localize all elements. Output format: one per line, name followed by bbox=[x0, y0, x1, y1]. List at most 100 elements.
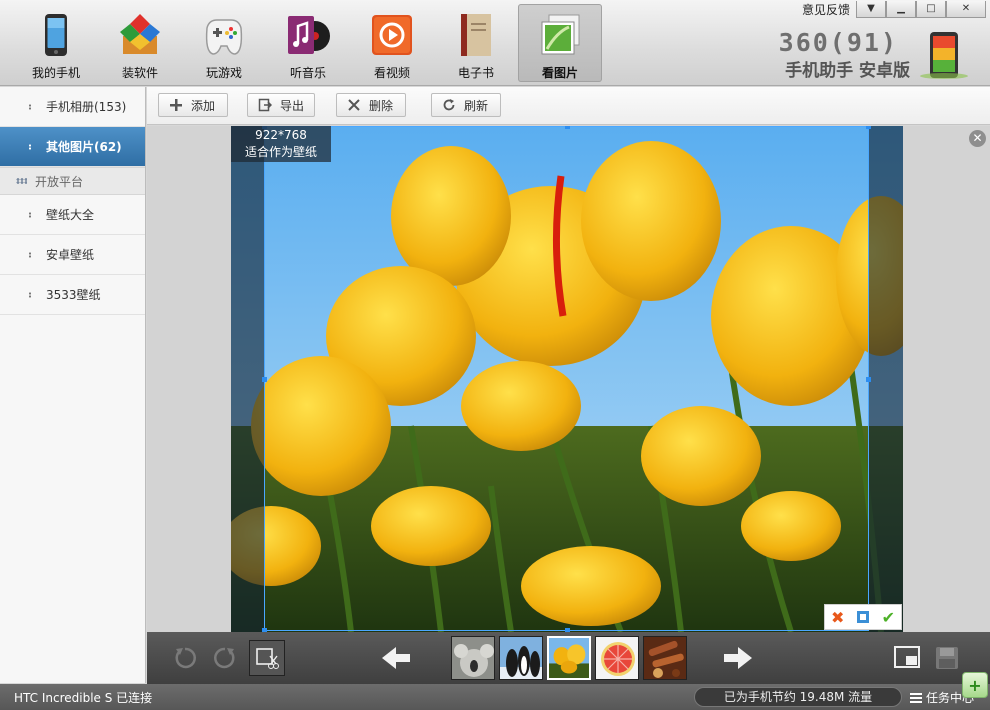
sidebar: 手机相册(153) 其他图片(62) 开放平台 壁纸大全 安卓壁纸 3533壁纸 bbox=[0, 87, 146, 683]
thumbnail-spices[interactable] bbox=[643, 636, 687, 680]
sidebar-item-label: 其他图片(62) bbox=[46, 140, 122, 154]
sidebar-item-other-pictures[interactable]: 其他图片(62) bbox=[0, 127, 145, 167]
refresh-button-label: 刷新 bbox=[464, 98, 489, 113]
action-toolbar: 添加 导出 删除 刷新 bbox=[147, 87, 990, 125]
list-icon bbox=[910, 692, 922, 703]
rotate-left-button[interactable] bbox=[171, 644, 199, 672]
chevron-down-icon: ▼ bbox=[867, 3, 875, 14]
crop-fit-button[interactable] bbox=[854, 608, 872, 626]
preview-image[interactable]: 922*768 适合作为壁纸 ✖ ✔ bbox=[231, 126, 903, 632]
image-viewer: 922*768 适合作为壁纸 ✖ ✔ ✕ bbox=[147, 126, 990, 632]
nav-label: 我的手机 bbox=[31, 66, 80, 80]
crop-frame[interactable] bbox=[262, 126, 871, 632]
sidebar-item-label: 壁纸大全 bbox=[46, 208, 95, 222]
grip-icon bbox=[28, 143, 32, 150]
sidebar-item-wallpaper-collection[interactable]: 壁纸大全 bbox=[0, 195, 145, 235]
crop-tool-button[interactable] bbox=[249, 640, 285, 676]
confirm-crop-button[interactable]: ✔ bbox=[879, 608, 897, 627]
crop-handle-right[interactable] bbox=[866, 377, 871, 382]
maximize-button[interactable]: □ bbox=[916, 0, 946, 18]
export-button[interactable]: 导出 bbox=[247, 93, 315, 117]
refresh-icon bbox=[443, 99, 455, 111]
nav-label: 听音乐 bbox=[289, 66, 326, 80]
arrow-left-icon bbox=[382, 647, 410, 669]
picture-icon bbox=[541, 14, 580, 55]
status-bar: HTC Incredible S 已连接 已为手机节约 19.48M 流量 任务… bbox=[0, 672, 990, 710]
rotate-right-button[interactable] bbox=[211, 644, 239, 672]
sidebar-item-android-wallpaper[interactable]: 安卓壁纸 bbox=[0, 235, 145, 275]
image-info-tag: 922*768 适合作为壁纸 bbox=[231, 126, 331, 162]
close-preview-button[interactable]: ✕ bbox=[969, 130, 986, 147]
next-image-button[interactable] bbox=[721, 644, 755, 672]
export-icon bbox=[258, 98, 272, 112]
maximize-icon: □ bbox=[926, 3, 936, 14]
sidebar-item-phone-album[interactable]: 手机相册(153) bbox=[0, 87, 145, 127]
crop-mask-left bbox=[231, 126, 264, 632]
nav-label: 电子书 bbox=[457, 66, 494, 80]
sidebar-item-label: 3533壁纸 bbox=[46, 288, 101, 302]
main-nav: 我的手机 装软件 玩游戏 听音乐 看视频 电子书 看图片 bbox=[14, 4, 602, 82]
nav-music[interactable]: 听音乐 bbox=[266, 4, 350, 82]
nav-pictures[interactable]: 看图片 bbox=[518, 4, 602, 82]
close-icon: ✕ bbox=[961, 3, 971, 14]
rotate-left-icon bbox=[175, 647, 196, 669]
feedback-link[interactable]: 意见反馈 bbox=[802, 1, 850, 18]
crop-scissors-icon bbox=[256, 648, 279, 669]
delete-button[interactable]: 删除 bbox=[336, 93, 406, 117]
top-toolbar: 我的手机 装软件 玩游戏 听音乐 看视频 电子书 看图片 意见反馈 ▼ ▁ □ … bbox=[0, 0, 990, 86]
phone-icon bbox=[45, 14, 67, 56]
music-icon bbox=[288, 16, 330, 54]
video-play-icon bbox=[372, 15, 412, 55]
crop-handle-top[interactable] bbox=[565, 126, 570, 129]
wallpaper-frame-icon bbox=[894, 646, 920, 668]
nav-games[interactable]: 玩游戏 bbox=[182, 4, 266, 82]
close-window-button[interactable]: ✕ bbox=[946, 0, 986, 18]
thumbnail-koala[interactable] bbox=[451, 636, 495, 680]
arrow-right-icon bbox=[724, 647, 752, 669]
nav-label: 玩游戏 bbox=[205, 66, 242, 80]
previous-image-button[interactable] bbox=[379, 644, 413, 672]
window-controls: 意见反馈 ▼ ▁ □ ✕ bbox=[802, 0, 986, 18]
device-connection-status: HTC Incredible S 已连接 bbox=[14, 691, 153, 705]
nav-my-phone[interactable]: 我的手机 bbox=[14, 4, 98, 82]
add-button[interactable]: 添加 bbox=[158, 93, 228, 117]
sidebar-item-3533-wallpaper[interactable]: 3533壁纸 bbox=[0, 275, 145, 315]
nav-install-software[interactable]: 装软件 bbox=[98, 4, 182, 82]
nav-video[interactable]: 看视频 bbox=[350, 4, 434, 82]
sidebar-item-label: 安卓壁纸 bbox=[46, 248, 95, 262]
brand-phone-logo-icon bbox=[920, 32, 968, 79]
gamepad-icon bbox=[205, 19, 243, 55]
minimize-button[interactable]: ▁ bbox=[886, 0, 916, 18]
image-resolution: 922*768 bbox=[255, 128, 307, 142]
export-button-label: 导出 bbox=[280, 98, 305, 113]
brand-number: 360(91) bbox=[778, 28, 898, 57]
refresh-button[interactable]: 刷新 bbox=[431, 93, 501, 117]
software-box-icon bbox=[120, 14, 160, 54]
brand-logo-area: 360(91) 手机助手 安卓版 bbox=[770, 26, 970, 81]
set-wallpaper-button[interactable] bbox=[893, 644, 921, 672]
thumbnail-tulips[interactable] bbox=[547, 636, 591, 680]
grip-icon bbox=[28, 251, 32, 258]
fit-frame-icon bbox=[856, 611, 869, 623]
nav-label: 看图片 bbox=[541, 66, 578, 80]
section-label: 开放平台 bbox=[35, 174, 84, 189]
crop-handle-top-right[interactable] bbox=[866, 126, 871, 129]
grip-icon bbox=[28, 103, 32, 110]
sidebar-section-open-platform: 开放平台 bbox=[0, 167, 145, 195]
thumbnail-grapefruit[interactable] bbox=[595, 636, 639, 680]
nav-label: 看视频 bbox=[373, 66, 410, 80]
thumbnail-penguins[interactable] bbox=[499, 636, 543, 680]
save-image-button[interactable] bbox=[933, 644, 961, 672]
thumbnail-strip bbox=[451, 636, 687, 680]
cancel-crop-button[interactable]: ✖ bbox=[829, 608, 847, 627]
close-icon: ✕ bbox=[972, 131, 983, 145]
traffic-saved-indicator: 已为手机节约 19.48M 流量 bbox=[694, 687, 902, 707]
crop-handle-left[interactable] bbox=[262, 377, 267, 382]
menu-dropdown-button[interactable]: ▼ bbox=[856, 0, 886, 18]
minimize-icon: ▁ bbox=[897, 3, 905, 14]
nav-ebook[interactable]: 电子书 bbox=[434, 4, 518, 82]
save-disk-icon bbox=[936, 647, 958, 669]
rotate-right-icon bbox=[214, 647, 235, 669]
add-button-label: 添加 bbox=[191, 98, 216, 113]
add-plus-badge-icon[interactable]: + bbox=[962, 672, 988, 698]
